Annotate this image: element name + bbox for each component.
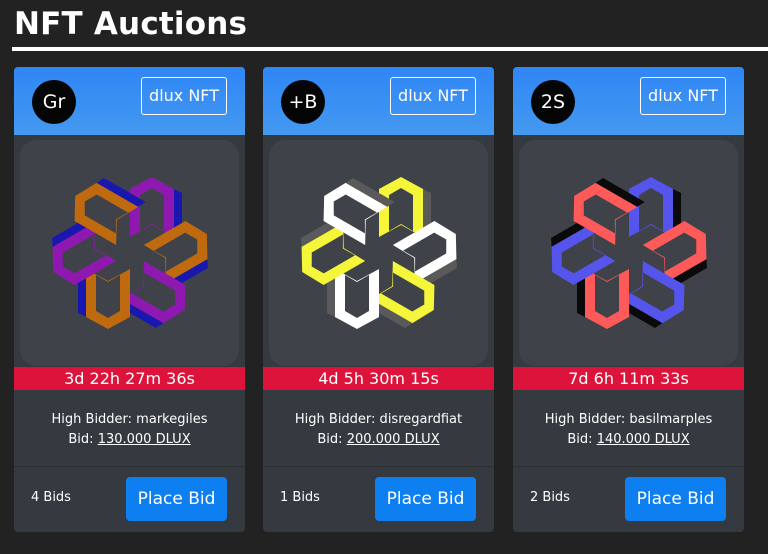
place-bid-button[interactable]: Place Bid bbox=[625, 477, 726, 521]
auction-card: +B dlux NFT 4d 5h 30m 15s High Bidder: d… bbox=[263, 67, 494, 532]
card-divider bbox=[14, 466, 245, 467]
place-bid-button[interactable]: Place Bid bbox=[126, 477, 227, 521]
dlux-nft-button[interactable]: dlux NFT bbox=[390, 77, 476, 115]
bid-line: Bid: 130.000 DLUX bbox=[14, 430, 245, 450]
bid-amount-link[interactable]: 140.000 DLUX bbox=[597, 432, 690, 447]
bid-line: Bid: 200.000 DLUX bbox=[263, 430, 494, 450]
card-header: 2S dlux NFT bbox=[513, 67, 744, 135]
nft-artwork bbox=[519, 140, 738, 366]
avatar: +B bbox=[281, 80, 325, 124]
bids-count: 2 Bids bbox=[530, 490, 570, 505]
nft-art-icon bbox=[51, 177, 208, 329]
card-header: +B dlux NFT bbox=[263, 67, 494, 135]
high-bidder-text: High Bidder: basilmarples bbox=[544, 412, 713, 427]
title-divider bbox=[12, 47, 768, 51]
nft-artwork bbox=[20, 140, 239, 366]
bid-label: Bid: bbox=[317, 432, 347, 447]
bid-label: Bid: bbox=[68, 432, 98, 447]
dlux-nft-button[interactable]: dlux NFT bbox=[640, 77, 726, 115]
card-divider bbox=[263, 466, 494, 467]
auction-card: Gr dlux NFT 3d 22h 27m 36s High Bidder: … bbox=[14, 67, 245, 532]
dlux-nft-button[interactable]: dlux NFT bbox=[141, 77, 227, 115]
avatar: 2S bbox=[531, 80, 575, 124]
bids-count: 1 Bids bbox=[280, 490, 320, 505]
auction-card: 2S dlux NFT 7d 6h 11m 33s High Bidder: b… bbox=[513, 67, 744, 532]
avatar: Gr bbox=[32, 80, 76, 124]
nft-art-icon bbox=[550, 177, 707, 329]
card-header: Gr dlux NFT bbox=[14, 67, 245, 135]
page-title: NFT Auctions bbox=[14, 6, 248, 42]
high-bidder-text: High Bidder: markegiles bbox=[51, 412, 208, 427]
bid-amount-link[interactable]: 130.000 DLUX bbox=[98, 432, 191, 447]
auction-timer: 3d 22h 27m 36s bbox=[14, 367, 245, 390]
bids-count: 4 Bids bbox=[31, 490, 71, 505]
nft-artwork bbox=[269, 140, 488, 366]
card-divider bbox=[513, 466, 744, 467]
bid-line: Bid: 140.000 DLUX bbox=[513, 430, 744, 450]
place-bid-button[interactable]: Place Bid bbox=[375, 477, 476, 521]
auction-timer: 4d 5h 30m 15s bbox=[263, 367, 494, 390]
auction-timer: 7d 6h 11m 33s bbox=[513, 367, 744, 390]
bid-amount-link[interactable]: 200.000 DLUX bbox=[347, 432, 440, 447]
nft-art-icon bbox=[300, 177, 457, 329]
high-bidder-text: High Bidder: disregardfiat bbox=[294, 412, 463, 427]
bid-label: Bid: bbox=[567, 432, 597, 447]
